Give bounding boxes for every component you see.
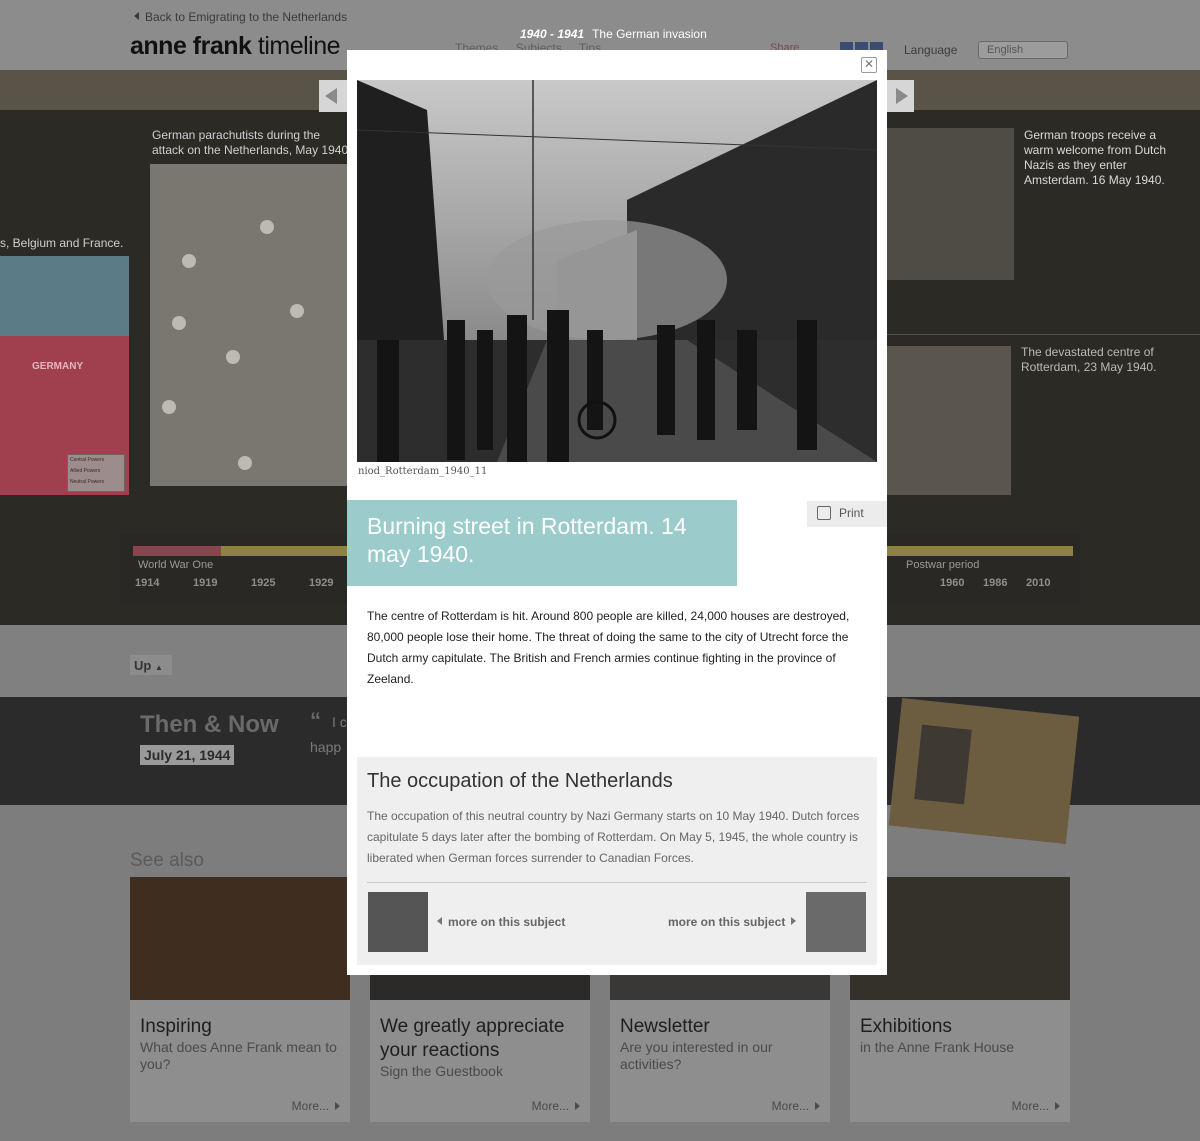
back-link-label: Back to Emigrating to the Netherlands xyxy=(145,10,348,24)
subject-text: The occupation of this neutral country b… xyxy=(367,809,860,865)
timeline-label-postwar: Postwar period xyxy=(906,559,980,571)
map-legend: Central Powers Allied Powers Neutral Pow… xyxy=(67,454,125,492)
modal-title: Burning street in Rotterdam. 14 may 1940… xyxy=(367,513,687,567)
caption-troops: German troops receive a warm welcome fro… xyxy=(1024,128,1167,187)
quote-line-1: I c xyxy=(332,714,347,730)
prev-arrow-button[interactable] xyxy=(319,80,347,112)
card-title: Exhibitions xyxy=(860,1016,952,1037)
language-select[interactable]: English xyxy=(978,41,1068,59)
title-box: Burning street in Rotterdam. 14 may 1940… xyxy=(347,500,737,586)
prev-subject-link[interactable]: more on this subject xyxy=(437,915,565,929)
back-link[interactable]: Back to Emigrating to the Netherlands xyxy=(134,10,347,24)
parachutists-photo[interactable] xyxy=(150,164,350,486)
next-subject-thumbnail[interactable] xyxy=(806,892,866,952)
subject-title: The occupation of the Netherlands xyxy=(367,770,673,792)
next-subject-label: more on this subject xyxy=(668,915,786,929)
map-sea xyxy=(0,256,129,336)
timeline-years-right: 1960 1986 2010 xyxy=(940,577,1069,589)
year-1960[interactable]: 1960 xyxy=(940,577,983,589)
up-button[interactable]: Up ▲ xyxy=(130,655,172,675)
legend-central: Central Powers xyxy=(70,457,105,463)
logo-light: timeline xyxy=(257,32,341,60)
troops-photo[interactable] xyxy=(886,128,1014,280)
arrow-right-icon xyxy=(791,917,797,925)
more-label: More... xyxy=(1011,1099,1049,1113)
year-1925[interactable]: 1925 xyxy=(251,577,309,589)
card-more-link[interactable]: More... xyxy=(532,1099,580,1113)
card-inspiring[interactable]: Inspiring What does Anne Frank mean to y… xyxy=(130,877,350,1122)
legend-allied: Allied Powers xyxy=(70,468,101,474)
year-1986[interactable]: 1986 xyxy=(983,577,1026,589)
more-label: More... xyxy=(531,1099,569,1113)
more-label: More... xyxy=(291,1099,329,1113)
card-more-link[interactable]: More... xyxy=(772,1099,820,1113)
arrow-right-icon xyxy=(815,1102,820,1110)
card-title: We greatly appreciate your reactions xyxy=(380,1016,565,1061)
logo-bold: anne frank xyxy=(130,32,252,60)
prev-subject-thumbnail[interactable] xyxy=(368,892,428,952)
caption-parachutists: German parachutists during the attack on… xyxy=(152,128,352,157)
diary-photo xyxy=(914,724,972,805)
close-button[interactable]: ✕ xyxy=(861,57,877,73)
card-title: Inspiring xyxy=(140,1016,212,1037)
divider xyxy=(886,334,1200,335)
prev-subject-label: more on this subject xyxy=(448,915,566,929)
card-subtitle: Sign the Guestbook xyxy=(380,1063,503,1079)
timeline-years-left: 1914 1919 1925 1929 xyxy=(135,577,367,589)
next-arrow-button[interactable] xyxy=(886,80,914,112)
then-now-date: July 21, 1944 xyxy=(140,745,235,765)
map-caption: s, Belgium and France. xyxy=(0,236,124,250)
quote-mark: “ xyxy=(310,708,321,733)
up-label: Up xyxy=(134,658,152,673)
modal-body-text: The centre of Rotterdam is hit. Around 8… xyxy=(367,609,850,686)
year-1914[interactable]: 1914 xyxy=(135,577,193,589)
modal-period-title: 1940 - 1941 The German invasion xyxy=(520,27,707,41)
see-also-heading: See also xyxy=(130,850,204,871)
card-subtitle: in the Anne Frank House xyxy=(860,1039,1015,1055)
modal-period: 1940 - 1941 xyxy=(520,27,585,41)
year-2010[interactable]: 2010 xyxy=(1026,577,1069,589)
language-label: Language xyxy=(904,43,958,57)
quote-line-2: happ xyxy=(310,739,342,755)
card-more-link[interactable]: More... xyxy=(1012,1099,1060,1113)
legend-neutral: Neutral Powers xyxy=(70,479,105,485)
devastated-photo[interactable] xyxy=(886,346,1011,495)
year-1919[interactable]: 1919 xyxy=(193,577,251,589)
logo[interactable]: anne frank timeline xyxy=(130,32,341,61)
then-now-title: Then & Now xyxy=(140,711,279,738)
card-subtitle: What does Anne Frank mean to you? xyxy=(140,1039,337,1072)
timeline-band-ww1 xyxy=(133,546,221,556)
next-subject-link[interactable]: more on this subject xyxy=(668,915,797,929)
photo-illustration xyxy=(357,80,877,462)
timeline-label-ww1: World War One xyxy=(138,559,214,571)
photo-credit: niod_Rotterdam_1940_11 xyxy=(358,466,488,477)
subject-divider xyxy=(367,882,867,883)
arrow-right-icon xyxy=(1055,1102,1060,1110)
more-label: More... xyxy=(771,1099,809,1113)
arrow-left-icon xyxy=(437,917,442,925)
card-more-link[interactable]: More... xyxy=(292,1099,340,1113)
rotterdam-photo[interactable] xyxy=(357,80,877,462)
printer-icon xyxy=(817,506,831,520)
print-label: Print xyxy=(839,506,864,520)
map-label-germany: GERMANY xyxy=(32,361,84,372)
modal-period-name: The German invasion xyxy=(592,27,707,41)
back-arrow-icon xyxy=(134,12,139,20)
card-subtitle: Are you interested in our activities? xyxy=(620,1039,773,1072)
card-image xyxy=(130,877,350,1000)
up-arrow-icon: ▲ xyxy=(154,663,163,672)
card-title: Newsletter xyxy=(620,1016,710,1037)
arrow-left-icon xyxy=(325,88,337,104)
print-button[interactable]: Print xyxy=(807,501,887,527)
caption-devastated: The devastated centre of Rotterdam, 23 M… xyxy=(1021,345,1157,374)
arrow-right-icon xyxy=(575,1102,580,1110)
arrow-right-icon xyxy=(335,1102,340,1110)
arrow-right-icon xyxy=(896,88,908,104)
